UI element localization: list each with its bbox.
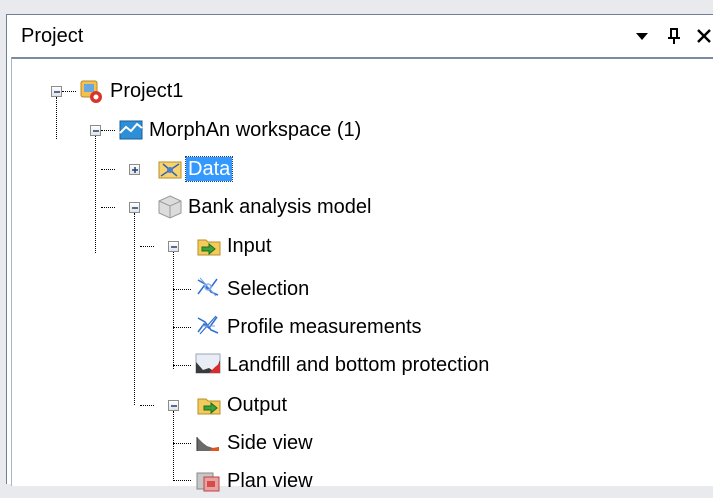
tree-guide xyxy=(101,207,115,208)
tree-guide xyxy=(173,443,191,444)
plan-view-icon xyxy=(195,467,221,493)
tree-guide xyxy=(173,252,174,369)
tree-guide xyxy=(101,169,115,170)
tree-node-label-model[interactable]: Bank analysis model xyxy=(186,195,373,219)
tree-node-label-landfill[interactable]: Landfill and bottom protection xyxy=(225,353,491,377)
tree-guide xyxy=(173,327,191,328)
tree-guide xyxy=(56,97,57,139)
side-view-icon xyxy=(195,429,221,455)
tree-guide xyxy=(134,213,135,405)
output-folder-icon xyxy=(196,392,222,418)
close-icon[interactable] xyxy=(693,25,713,47)
tree-node-label-workspace[interactable]: MorphAn workspace (1) xyxy=(147,118,363,142)
panel-title: Project xyxy=(21,25,84,47)
tree-node-label-profile-measurements[interactable]: Profile measurements xyxy=(225,315,424,339)
tree-guide xyxy=(95,136,96,253)
tree-guide xyxy=(62,91,76,92)
tree-node-label-data[interactable]: Data xyxy=(184,156,234,182)
tree-guide xyxy=(173,480,191,481)
tree-guide xyxy=(140,246,154,247)
tree-node-label-side-view[interactable]: Side view xyxy=(225,431,315,455)
profile-measurements-icon xyxy=(195,312,221,338)
tree-node-label-selection[interactable]: Selection xyxy=(225,277,311,301)
collapse-toggle-workspace[interactable] xyxy=(90,125,101,136)
workspace-icon xyxy=(118,117,144,143)
collapse-toggle-input[interactable] xyxy=(168,241,179,252)
project-tree: Project1 MorphAn workspace (1) Data Bank… xyxy=(11,57,713,492)
model-icon xyxy=(157,194,183,220)
tree-guide xyxy=(173,411,174,481)
data-icon xyxy=(157,156,183,182)
tree-node-label-plan-view[interactable]: Plan view xyxy=(225,469,315,493)
project-panel: Project Project1 MorphAn workspace (1) D… xyxy=(6,14,713,492)
project-icon xyxy=(78,78,104,104)
expand-toggle-data[interactable] xyxy=(129,164,140,175)
collapse-toggle-output[interactable] xyxy=(168,400,179,411)
dropdown-arrow-icon[interactable] xyxy=(631,25,653,47)
collapse-toggle-model[interactable] xyxy=(129,202,140,213)
tree-guide xyxy=(140,405,154,406)
tree-node-label-output[interactable]: Output xyxy=(225,393,289,417)
tree-guide xyxy=(173,365,191,366)
pin-icon[interactable] xyxy=(663,25,685,47)
landfill-icon xyxy=(195,350,221,376)
selection-icon xyxy=(195,274,221,300)
tree-guide xyxy=(101,130,115,131)
tree-node-label-input[interactable]: Input xyxy=(225,234,273,258)
tree-node-label-project[interactable]: Project1 xyxy=(108,79,185,103)
input-folder-icon xyxy=(196,233,222,259)
panel-header: Project xyxy=(7,15,713,55)
tree-guide xyxy=(173,289,191,290)
collapse-toggle-project[interactable] xyxy=(51,86,62,97)
